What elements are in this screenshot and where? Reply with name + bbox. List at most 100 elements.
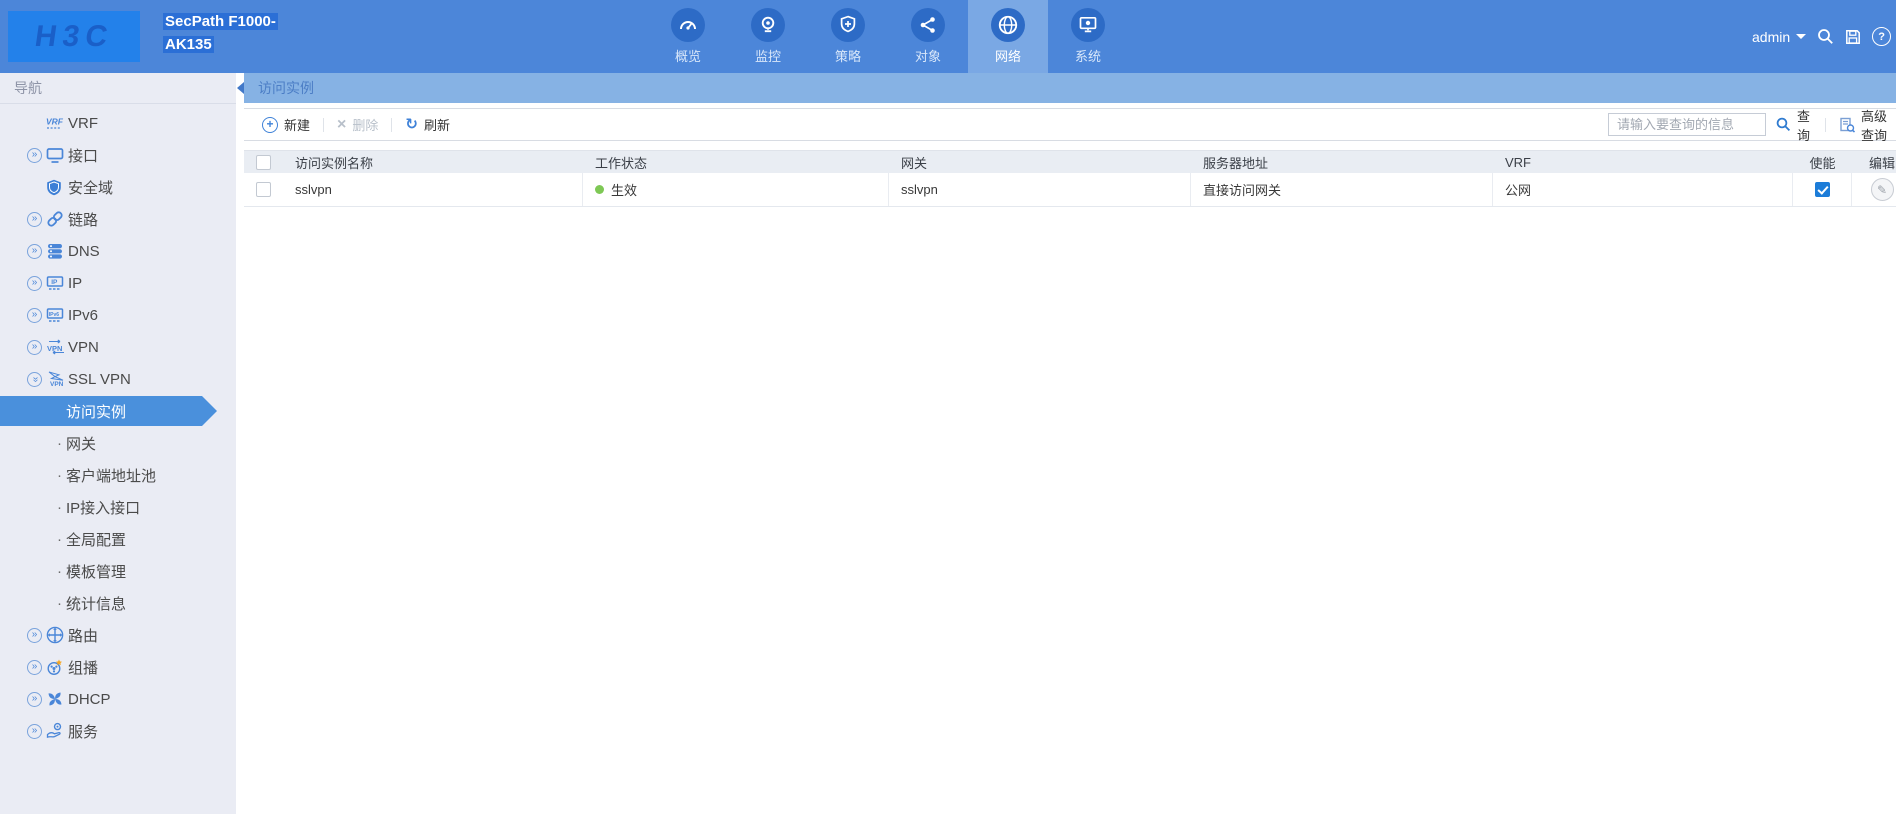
sidebar-item-label: DNS xyxy=(68,242,100,260)
help-icon[interactable]: ? xyxy=(1872,27,1892,46)
expand-chevron-icon[interactable]: » xyxy=(27,211,42,227)
breadcrumb-bar: 访问实例 xyxy=(244,73,1896,103)
sidebar-item-vrf[interactable]: VRF VRF xyxy=(0,107,236,139)
instances-table: 访问实例名称 工作状态 网关 服务器地址 VRF 使能 编辑 sslvpn 生效 sslvpn 直… xyxy=(244,150,1896,207)
sidebar-subitem-statistics[interactable]: · 统计信息 xyxy=(0,587,236,619)
top-nav-monitoring-label: 监控 xyxy=(754,49,781,64)
sidebar-subitem-label: 全局配置 xyxy=(66,531,127,549)
collapse-chevron-icon[interactable]: » xyxy=(27,371,42,387)
expand-chevron-icon[interactable]: » xyxy=(27,243,42,259)
sidebar-item-route[interactable]: » 路由 xyxy=(0,619,236,651)
globe-icon xyxy=(991,8,1025,42)
row-select-checkbox[interactable] xyxy=(256,182,271,197)
device-title: SecPath F1000- AK135 xyxy=(163,10,303,57)
user-menu[interactable]: admin xyxy=(1752,28,1807,45)
sidebar-collapse-button[interactable] xyxy=(237,82,244,94)
expand-chevron-icon[interactable]: » xyxy=(27,339,42,355)
toolbar-separator xyxy=(391,117,393,132)
monitor-camera-icon xyxy=(751,8,785,42)
sidebar-subitem-gateway[interactable]: · 网关 xyxy=(0,427,236,459)
sidebar-subitem-access-instance[interactable]: ·访问实例 xyxy=(0,395,236,427)
new-button[interactable]: + 新建 xyxy=(262,115,310,134)
sidebar-item-ipv6[interactable]: » IPv6 IPv6 xyxy=(0,299,236,331)
sidebar-subitem-client-address-pool[interactable]: · 客户端地址池 xyxy=(0,459,236,491)
top-nav-network[interactable]: 网络 xyxy=(968,0,1048,73)
expand-chevron-icon[interactable]: » xyxy=(27,275,42,291)
delete-button[interactable]: × 删除 xyxy=(337,115,378,134)
status-cell: 生效 xyxy=(583,173,889,206)
sidebar-subitem-global-config[interactable]: · 全局配置 xyxy=(0,523,236,555)
expand-chevron-icon[interactable]: » xyxy=(27,147,42,163)
top-bar: H3C SecPath F1000- AK135 概览 监控 策略 对象 网络 系统 ad… xyxy=(0,0,1896,73)
sidebar-item-label: 路由 xyxy=(68,627,99,645)
sidebar-item-label: 安全域 xyxy=(68,179,114,197)
sidebar-item-vpn[interactable]: » VPN VPN xyxy=(0,331,236,363)
top-nav-policies[interactable]: 策略 xyxy=(808,0,888,73)
sidebar-item-security-zone[interactable]: 安全域 xyxy=(0,171,236,203)
instance-name-cell: sslvpn xyxy=(283,173,583,206)
refresh-icon: ↻ xyxy=(405,115,418,133)
sidebar-subitem-ip-access-interface[interactable]: · IP接入接口 xyxy=(0,491,236,523)
sslvpn-icon: VPN xyxy=(46,371,68,387)
expand-slot: » xyxy=(27,147,46,163)
sidebar-item-interface[interactable]: » 接口 xyxy=(0,139,236,171)
top-nav-system-label: 系统 xyxy=(1074,49,1101,64)
toolbar-search-area: 查询 高级查询 xyxy=(1608,109,1896,143)
sidebar-item-link[interactable]: » 链路 xyxy=(0,203,236,235)
expand-chevron-icon[interactable]: » xyxy=(27,691,42,707)
column-header-6: 使能 xyxy=(1809,155,1836,171)
sidebar-item-dhcp[interactable]: » DHCP xyxy=(0,683,236,715)
expand-chevron-icon[interactable]: » xyxy=(27,307,42,323)
table-row[interactable]: sslvpn 生效 sslvpn 直接访问网关 公网 ✎ xyxy=(244,173,1896,207)
top-nav-monitoring[interactable]: 监控 xyxy=(728,0,808,73)
expand-chevron-icon[interactable]: » xyxy=(27,627,42,643)
x-icon: × xyxy=(337,115,347,133)
ipv6-icon: IPv6 xyxy=(46,307,68,323)
top-nav-overview[interactable]: 概览 xyxy=(648,0,728,73)
svg-text:VRF: VRF xyxy=(46,117,64,127)
edit-button[interactable]: ✎ xyxy=(1870,178,1894,201)
column-header-2: 工作状态 xyxy=(595,155,648,171)
sidebar-subitem-label: 客户端地址池 xyxy=(66,467,157,485)
sidebar-subitem-label: 访问实例 xyxy=(66,403,127,421)
device-title-line2: AK135 xyxy=(163,36,214,54)
sidebar-subitem-label: IP接入接口 xyxy=(66,499,141,517)
query-button[interactable]: 查询 xyxy=(1776,106,1812,144)
delete-button-label: 删除 xyxy=(352,118,379,133)
status-dot xyxy=(595,185,604,194)
dhcp-icon xyxy=(46,690,68,708)
bullet-dot: · xyxy=(57,562,62,580)
save-icon[interactable] xyxy=(1845,29,1861,45)
sidebar-item-service[interactable]: » 服务 xyxy=(0,715,236,747)
plus-circle-icon: + xyxy=(262,116,278,133)
sidebar-item-multicast[interactable]: » 组播 xyxy=(0,651,236,683)
sidebar-item-label: 链路 xyxy=(68,211,99,229)
bullet-dot: · xyxy=(57,530,62,548)
expand-chevron-icon[interactable]: » xyxy=(27,659,42,675)
expand-chevron-icon[interactable]: » xyxy=(27,723,42,739)
svg-text:VPN: VPN xyxy=(50,381,64,387)
sidebar-item-label: VRF xyxy=(68,114,98,132)
top-nav-objects[interactable]: 对象 xyxy=(888,0,968,73)
link-icon xyxy=(46,210,68,228)
sidebar-subitem-template-management[interactable]: · 模板管理 xyxy=(0,555,236,587)
shield-plus-icon xyxy=(831,8,865,42)
pencil-icon: ✎ xyxy=(1876,182,1888,197)
refresh-button[interactable]: ↻ 刷新 xyxy=(405,115,450,134)
new-button-label: 新建 xyxy=(284,118,311,133)
sidebar-item-dns[interactable]: » DNS xyxy=(0,235,236,267)
search-input[interactable] xyxy=(1608,113,1766,136)
user-name: admin xyxy=(1752,28,1791,45)
gauge-icon xyxy=(671,8,705,42)
enable-checkbox[interactable] xyxy=(1814,182,1830,197)
top-nav-network-label: 网络 xyxy=(994,49,1021,64)
top-nav-system[interactable]: 系统 xyxy=(1048,0,1128,73)
sidebar-item-ssl-vpn[interactable]: » VPN SSL VPN xyxy=(0,363,236,395)
sidebar-item-label: IP xyxy=(68,274,83,292)
sidebar-item-ip[interactable]: » IP IP xyxy=(0,267,236,299)
advanced-query-button[interactable]: 高级查询 xyxy=(1839,106,1896,144)
search-icon[interactable] xyxy=(1817,28,1834,45)
magnifier-icon xyxy=(1776,117,1791,132)
header-select-cell xyxy=(244,151,283,173)
select-all-checkbox[interactable] xyxy=(256,154,271,170)
